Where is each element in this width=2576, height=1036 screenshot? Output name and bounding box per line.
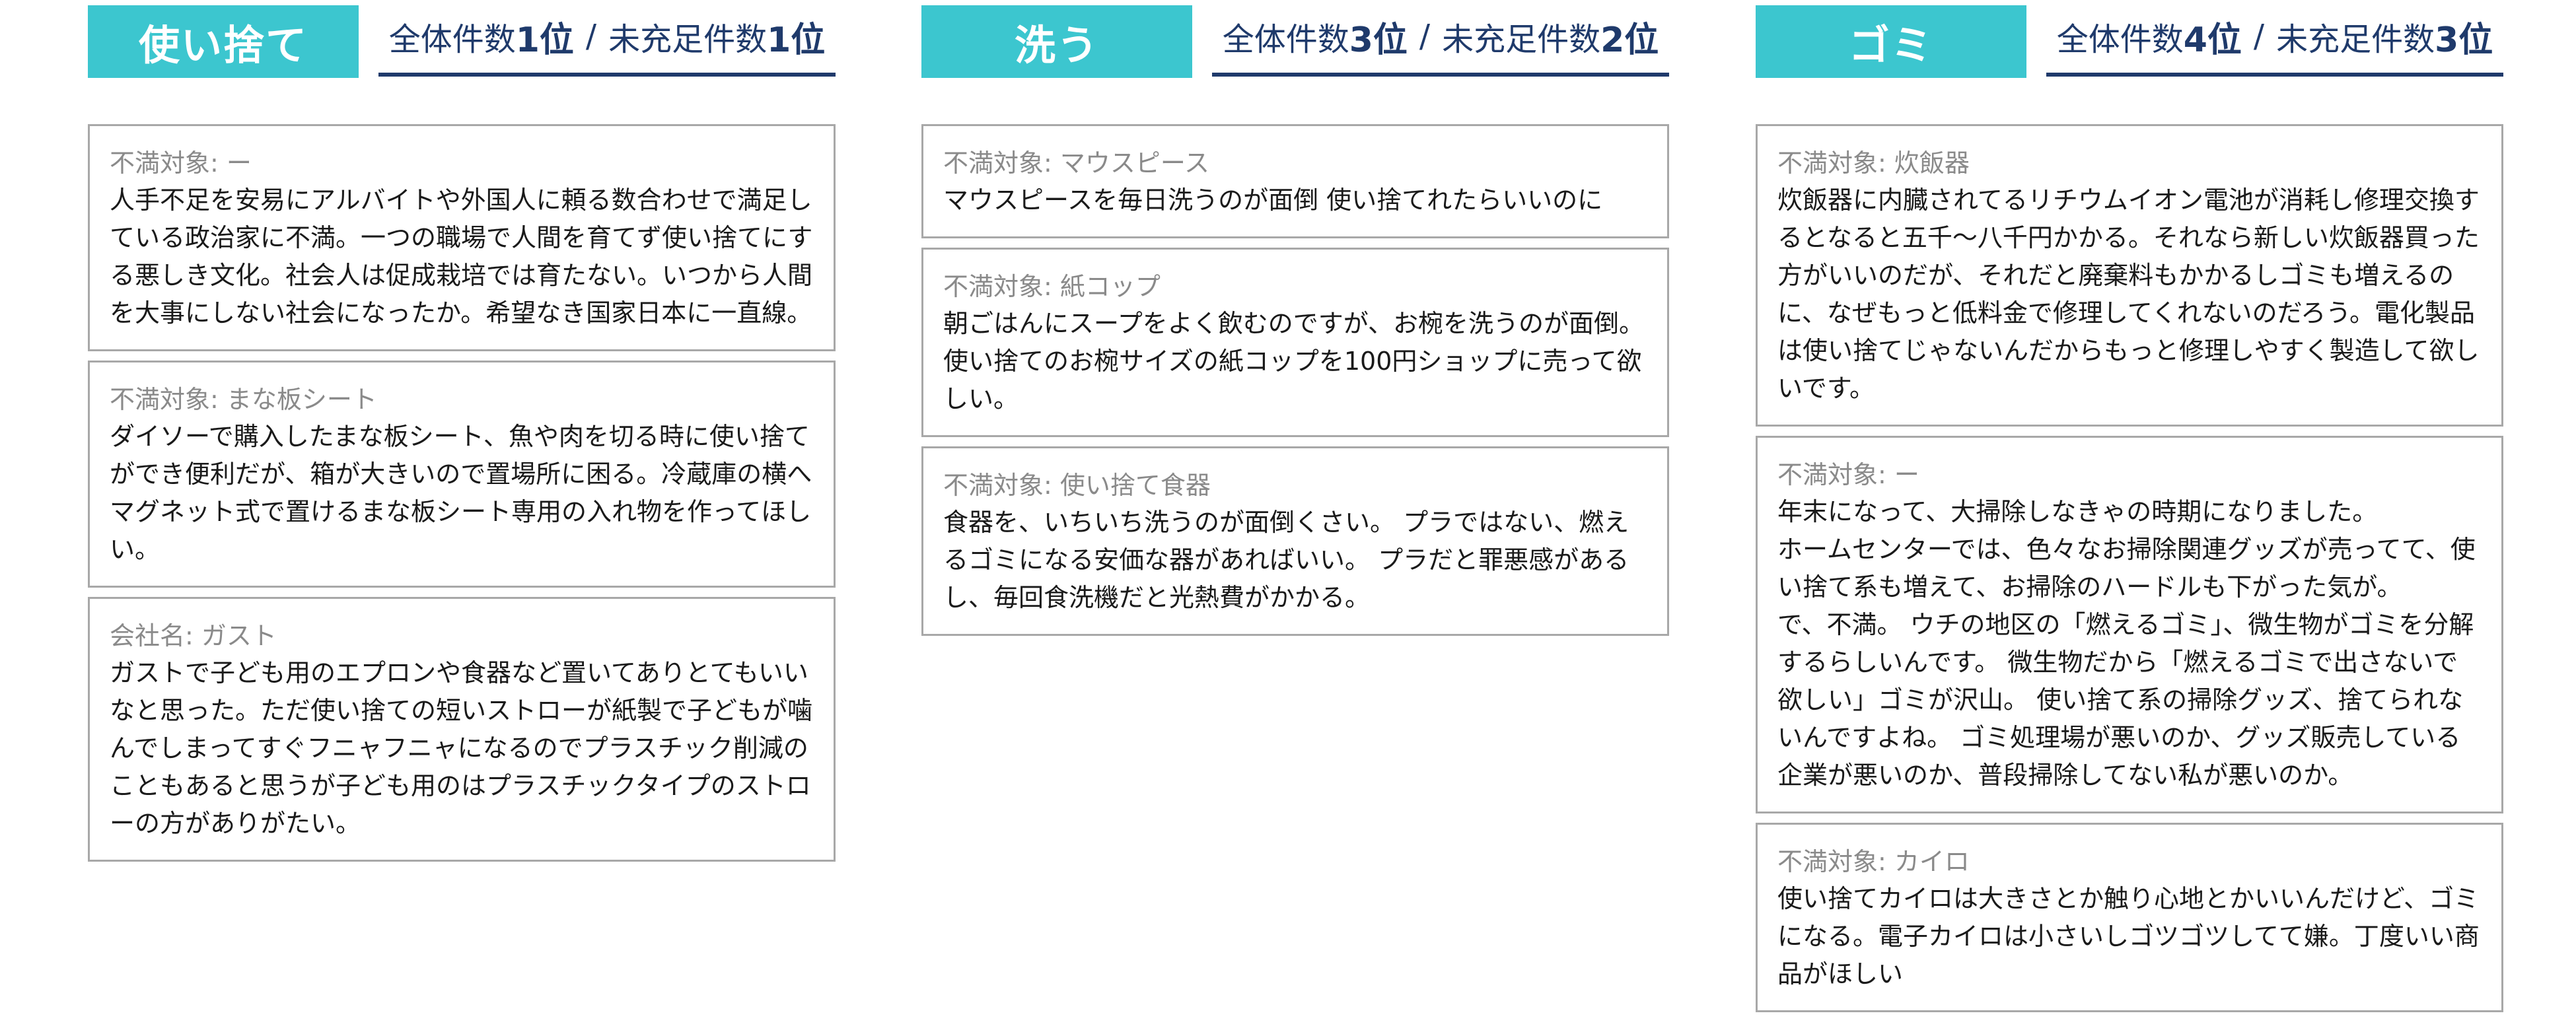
total-count-label: 全体件数 (388, 21, 516, 58)
rank-summary: 全体件数 1位 / 未充足件数 1位 (378, 0, 836, 77)
complaint-target: 不満対象: 紙コップ (943, 272, 1161, 301)
category-tag: ゴミ (1756, 5, 2026, 78)
complaint-target: 不満対象: カイロ (1777, 847, 1970, 876)
total-count-label: 全体件数 (1222, 21, 1349, 58)
rank-summary: 全体件数 3位 / 未充足件数 2位 (1212, 0, 1669, 77)
complaint-text: ガストで子ども用のエプロンや食器など置いてありとてもいいなと思った。ただ使い捨て… (110, 658, 813, 838)
complaint-list: 不満対象: マウスピース マウスピースを毎日洗うのが面倒 使い捨てれたらいいのに… (921, 124, 1669, 645)
unmet-count-label: 未充足件数 (2276, 21, 2435, 58)
total-count-rank: 4位 (2183, 20, 2242, 60)
complaint-target: 不満対象: 使い捨て食器 (943, 471, 1211, 500)
rank-summary: 全体件数 4位 / 未充足件数 3位 (2046, 0, 2503, 77)
complaint-text: マウスピースを毎日洗うのが面倒 使い捨てれたらいいのに (943, 186, 1603, 215)
rank-separator: / (1419, 18, 1431, 55)
category-tag: 使い捨て (88, 5, 359, 78)
unmet-count-label: 未充足件数 (1442, 21, 1601, 58)
complaint-target: 会社名: ガスト (110, 621, 277, 650)
complaint-card: 会社名: ガスト ガストで子ども用のエプロンや食器など置いてありとてもいいなと思… (88, 597, 836, 862)
complaint-text: 朝ごはんにスープをよく飲むのですが、お椀を洗うのが面倒。使い捨てのお椀サイズの紙… (943, 309, 1644, 413)
category-column-disposable: 使い捨て 全体件数 1位 / 未充足件数 1位 不満対象: ー 人手不足を安易にアルバイ… (88, 0, 836, 862)
complaint-target: 不満対象: マウスピース (943, 149, 1209, 178)
category-header: 洗う 全体件数 3位 / 未充足件数 2位 (921, 0, 1669, 79)
complaint-target: 不満対象: まな板シート (110, 385, 377, 414)
rank-separator: / (585, 18, 597, 55)
complaint-list: 不満対象: ー 人手不足を安易にアルバイトや外国人に頼る数合わせで満足している政… (88, 124, 836, 871)
complaint-target: 不満対象: 炊飯器 (1777, 149, 1970, 178)
category-header: ゴミ 全体件数 4位 / 未充足件数 3位 (1756, 0, 2503, 79)
category-column-wash: 洗う 全体件数 3位 / 未充足件数 2位 不満対象: マウスピース マウスピースを毎日… (921, 0, 1669, 636)
complaint-text: 年末になって、大掃除しなきゃの時期になりました。 ホームセンターでは、色々なお掃… (1777, 497, 2476, 790)
category-header: 使い捨て 全体件数 1位 / 未充足件数 1位 (88, 0, 836, 79)
total-count-rank: 1位 (515, 20, 574, 60)
total-count-label: 全体件数 (2056, 21, 2184, 58)
complaint-card: 不満対象: 炊飯器 炊飯器に内臓されてるリチウムイオン電池が消耗し修理交換すると… (1756, 124, 2503, 427)
complaint-list: 不満対象: 炊飯器 炊飯器に内臓されてるリチウムイオン電池が消耗し修理交換すると… (1756, 124, 2503, 1021)
rank-separator: / (2253, 18, 2265, 55)
complaint-card: 不満対象: ー 年末になって、大掃除しなきゃの時期になりました。 ホームセンター… (1756, 436, 2503, 813)
complaint-card: 不満対象: 紙コップ 朝ごはんにスープをよく飲むのですが、お椀を洗うのが面倒。使… (921, 248, 1669, 437)
complaint-card: 不満対象: ー 人手不足を安易にアルバイトや外国人に頼る数合わせで満足している政… (88, 124, 836, 351)
complaint-card: 不満対象: カイロ 使い捨てカイロは大きさとか触り心地とかいいんだけど、ゴミにな… (1756, 823, 2503, 1012)
complaint-text: 使い捨てカイロは大きさとか触り心地とかいいんだけど、ゴミになる。電子カイロは小さ… (1777, 884, 2480, 988)
complaint-card: 不満対象: マウスピース マウスピースを毎日洗うのが面倒 使い捨てれたらいいのに (921, 124, 1669, 238)
total-count-rank: 3位 (1349, 20, 1408, 60)
complaint-card: 不満対象: まな板シート ダイソーで購入したまな板シート、魚や肉を切る時に使い捨… (88, 361, 836, 588)
complaint-target: 不満対象: ー (1777, 460, 1919, 489)
complaint-text: 人手不足を安易にアルバイトや外国人に頼る数合わせで満足している政治家に不満。一つ… (110, 186, 813, 328)
complaint-text: ダイソーで購入したまな板シート、魚や肉を切る時に使い捨てができ便利だが、箱が大き… (110, 422, 812, 564)
unmet-count-label: 未充足件数 (608, 21, 768, 58)
unmet-count-rank: 2位 (1600, 20, 1659, 60)
unmet-count-rank: 1位 (767, 20, 826, 60)
category-tag: 洗う (921, 5, 1192, 78)
complaint-text: 炊飯器に内臓されてるリチウムイオン電池が消耗し修理交換するとなると五千〜八千円か… (1777, 186, 2480, 403)
complaint-text: 食器を、いちいち洗うのが面倒くさい。 プラではない、燃えるゴミになる安価な器があ… (943, 508, 1629, 612)
unmet-count-rank: 3位 (2435, 20, 2493, 60)
complaint-target: 不満対象: ー (110, 149, 252, 178)
category-column-garbage: ゴミ 全体件数 4位 / 未充足件数 3位 不満対象: 炊飯器 炊飯器に内臓されてるリチ… (1756, 0, 2503, 1012)
complaint-card: 不満対象: 使い捨て食器 食器を、いちいち洗うのが面倒くさい。 プラではない、燃… (921, 446, 1669, 636)
